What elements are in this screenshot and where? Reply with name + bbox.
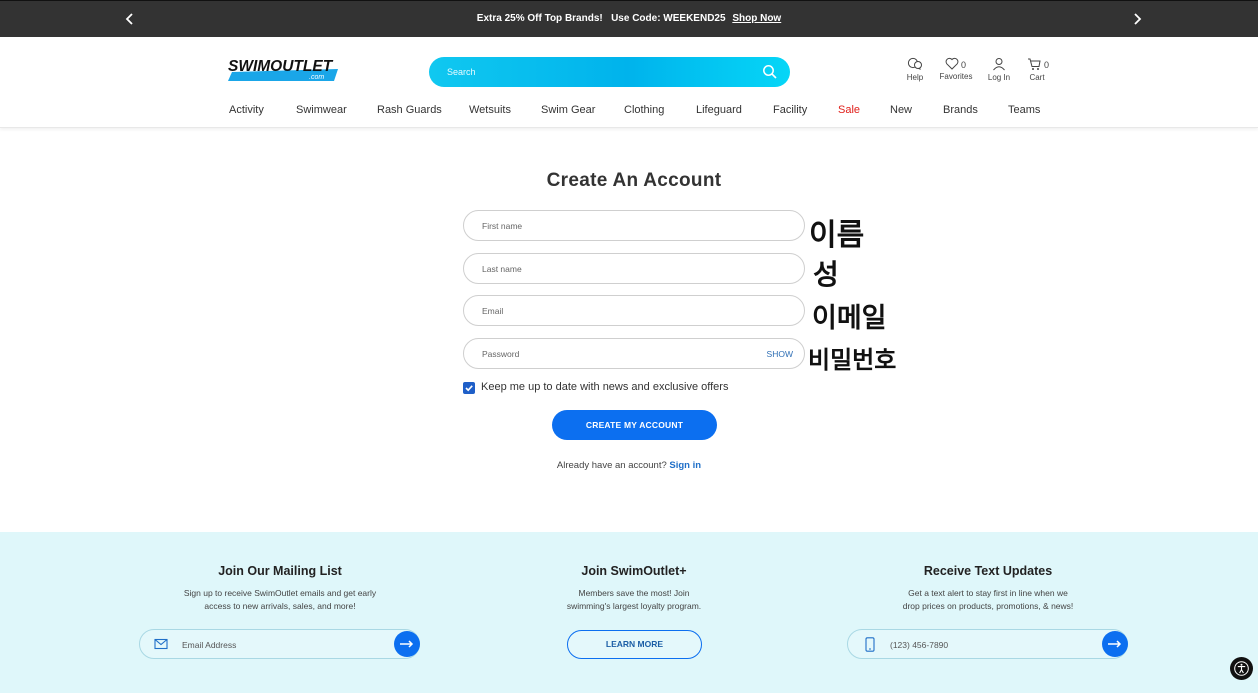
- nav-item-lifeguard[interactable]: Lifeguard: [696, 104, 742, 116]
- favorites-label: Favorites: [939, 72, 973, 81]
- password-placeholder: Password: [482, 349, 520, 359]
- cart-label: Cart: [1029, 73, 1045, 82]
- accessibility-button[interactable]: [1230, 657, 1253, 680]
- chevron-right-icon[interactable]: [1127, 10, 1147, 30]
- help-label: Help: [906, 73, 924, 82]
- nav-item-teams[interactable]: Teams: [1008, 104, 1040, 116]
- mailing-email-placeholder: Email Address: [182, 640, 237, 650]
- search-placeholder: Search: [447, 67, 476, 77]
- annotation-email: 이메일: [812, 303, 887, 334]
- first-name-placeholder: First name: [482, 221, 523, 231]
- phone-input[interactable]: (123) 456-7890: [847, 629, 1128, 659]
- footer-signup-section: Join Our Mailing List Sign up to receive…: [0, 532, 1258, 693]
- nav-item-rash-guards[interactable]: Rash Guards: [377, 104, 442, 116]
- cart-button[interactable]: 0 Cart: [1024, 57, 1050, 82]
- shop-now-link[interactable]: Shop Now: [732, 13, 781, 24]
- nav-item-activity[interactable]: Activity: [229, 104, 264, 116]
- cart-count: 0: [1044, 60, 1050, 70]
- mailing-desc-line1: Sign up to receive SwimOutlet emails and…: [183, 588, 377, 598]
- main-nav: Activity Swimwear Rash Guards Wetsuits S…: [0, 104, 1258, 128]
- nav-item-swim-gear[interactable]: Swim Gear: [541, 104, 595, 116]
- promo-code: Use Code: WEEKEND25: [611, 13, 726, 24]
- swimoutlet-logo[interactable]: SWIMOUTLET .com: [226, 56, 338, 84]
- search-icon[interactable]: [762, 64, 778, 80]
- signin-prompt: Already have an account? Sign in: [0, 460, 1258, 471]
- annotation-first-name: 이름: [809, 218, 865, 253]
- phone-icon: [865, 637, 875, 652]
- search-input[interactable]: Search: [429, 57, 790, 87]
- password-field[interactable]: Password SHOW: [463, 338, 805, 369]
- create-account-button[interactable]: CREATE MY ACCOUNT: [552, 410, 717, 440]
- signin-prompt-text: Already have an account?: [556, 460, 667, 471]
- text-description: Get a text alert to stay first in line w…: [848, 587, 1128, 613]
- annotation-last-name: 성: [813, 258, 839, 291]
- promo-text: Extra 25% Off Top Brands!: [476, 13, 603, 24]
- text-desc-line1: Get a text alert to stay first in line w…: [908, 588, 1068, 598]
- email-field[interactable]: Email: [463, 295, 805, 326]
- plus-desc-line1: Members save the most! Join: [578, 588, 690, 598]
- logo-text: SWIMOUTLET: [228, 58, 334, 75]
- text-title: Receive Text Updates: [923, 564, 1053, 578]
- nav-item-brands[interactable]: Brands: [943, 104, 978, 116]
- mailing-email-input[interactable]: Email Address: [139, 629, 420, 659]
- heart-icon: [945, 57, 959, 70]
- plus-description: Members save the most! Join swimming's l…: [494, 587, 774, 613]
- nav-item-wetsuits[interactable]: Wetsuits: [469, 104, 511, 116]
- signin-link[interactable]: Sign in: [669, 460, 701, 471]
- phone-placeholder: (123) 456-7890: [890, 640, 949, 650]
- last-name-placeholder: Last name: [482, 264, 522, 274]
- phone-submit-button[interactable]: [1102, 631, 1128, 657]
- plus-desc-line2: swimming's largest loyalty program.: [566, 601, 702, 611]
- arrow-right-icon: [1108, 640, 1122, 648]
- nav-item-swimwear[interactable]: Swimwear: [296, 104, 347, 116]
- first-name-field[interactable]: First name: [463, 210, 805, 241]
- login-label: Log In: [987, 73, 1011, 82]
- nav-item-clothing[interactable]: Clothing: [624, 104, 664, 116]
- user-icon: [993, 58, 1005, 71]
- mailing-submit-button[interactable]: [394, 631, 420, 657]
- favorites-button[interactable]: 0 Favorites: [937, 57, 975, 81]
- newsletter-label: Keep me up to date with news and exclusi…: [481, 381, 729, 393]
- help-button[interactable]: Help: [903, 57, 927, 82]
- text-desc-line2: drop prices on products, promotions, & n…: [902, 601, 1074, 611]
- email-placeholder: Email: [482, 306, 504, 316]
- promo-bar: Extra 25% Off Top Brands! Use Code: WEEK…: [0, 0, 1258, 37]
- annotation-password: 비밀번호: [808, 346, 897, 374]
- newsletter-checkbox[interactable]: [463, 382, 475, 394]
- mailing-description: Sign up to receive SwimOutlet emails and…: [140, 587, 420, 613]
- last-name-field[interactable]: Last name: [463, 253, 805, 284]
- help-chat-icon: [907, 57, 922, 70]
- envelope-icon: [154, 638, 168, 650]
- plus-title: Join SwimOutlet+: [581, 564, 687, 578]
- favorites-count: 0: [961, 60, 967, 70]
- mailing-title: Join Our Mailing List: [218, 564, 342, 578]
- cart-icon: [1028, 58, 1041, 70]
- arrow-right-icon: [400, 640, 414, 648]
- mailing-desc-line2: access to new arrivals, sales, and more!: [204, 601, 356, 611]
- checkmark-icon: [465, 385, 473, 392]
- nav-item-new[interactable]: New: [890, 104, 912, 116]
- login-button[interactable]: Log In: [986, 57, 1012, 82]
- logo-sub: .com: [309, 74, 324, 81]
- nav-item-facility[interactable]: Facility: [773, 104, 807, 116]
- nav-item-sale[interactable]: Sale: [838, 104, 860, 116]
- accessibility-icon: [1234, 661, 1249, 676]
- show-password-button[interactable]: SHOW: [767, 349, 793, 359]
- promo-message: Extra 25% Off Top Brands! Use Code: WEEK…: [0, 13, 1258, 24]
- page-title: Create An Account: [546, 170, 722, 191]
- learn-more-button[interactable]: LEARN MORE: [567, 630, 702, 659]
